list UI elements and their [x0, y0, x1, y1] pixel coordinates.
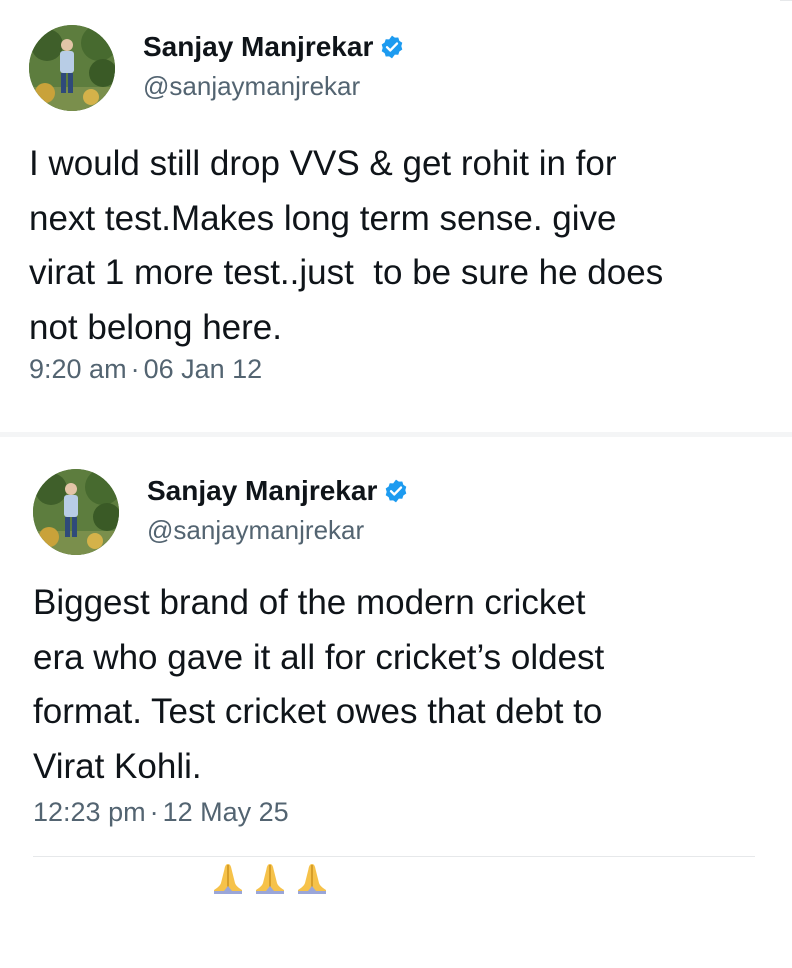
- tweet-date: 12 May 25: [162, 797, 289, 827]
- tweet-timestamp[interactable]: 9:20 am · 06 Jan 12: [29, 353, 262, 385]
- tweet-time: 12:23 pm: [33, 797, 146, 827]
- meta-separator: ·: [149, 797, 159, 827]
- folded-hands-icon: [252, 750, 288, 895]
- author-handle[interactable]: @sanjaymanjrekar: [147, 514, 364, 546]
- verified-badge-icon: [379, 34, 405, 60]
- author-row: Sanjay Manjrekar: [143, 30, 405, 64]
- emoji-row: [210, 750, 330, 895]
- tweet-card[interactable]: Sanjay Manjrekar @sanjaymanjrekar Bigges…: [0, 438, 786, 900]
- bottom-divider: [33, 856, 755, 857]
- avatar[interactable]: [29, 25, 115, 111]
- tweet-text: I would still drop VVS & get rohit in fo…: [29, 144, 664, 347]
- tweet-time: 9:20 am: [29, 354, 127, 384]
- author-handle[interactable]: @sanjaymanjrekar: [143, 70, 360, 102]
- tweet-card[interactable]: Sanjay Manjrekar @sanjaymanjrekar I woul…: [0, 0, 780, 430]
- avatar[interactable]: [33, 469, 119, 555]
- tweet-date: 06 Jan 12: [143, 354, 263, 384]
- folded-hands-icon: [210, 750, 246, 895]
- author-row: Sanjay Manjrekar: [147, 474, 409, 508]
- verified-badge-icon: [383, 478, 409, 504]
- folded-hands-icon: [294, 750, 330, 895]
- author-name[interactable]: Sanjay Manjrekar: [147, 474, 377, 508]
- author-name[interactable]: Sanjay Manjrekar: [143, 30, 373, 64]
- tweet-timestamp[interactable]: 12:23 pm · 12 May 25: [33, 796, 289, 828]
- meta-separator: ·: [130, 354, 140, 384]
- tweet-divider: [0, 432, 792, 437]
- tweet-text-block: Biggest brand of the modern cricket era …: [33, 576, 773, 895]
